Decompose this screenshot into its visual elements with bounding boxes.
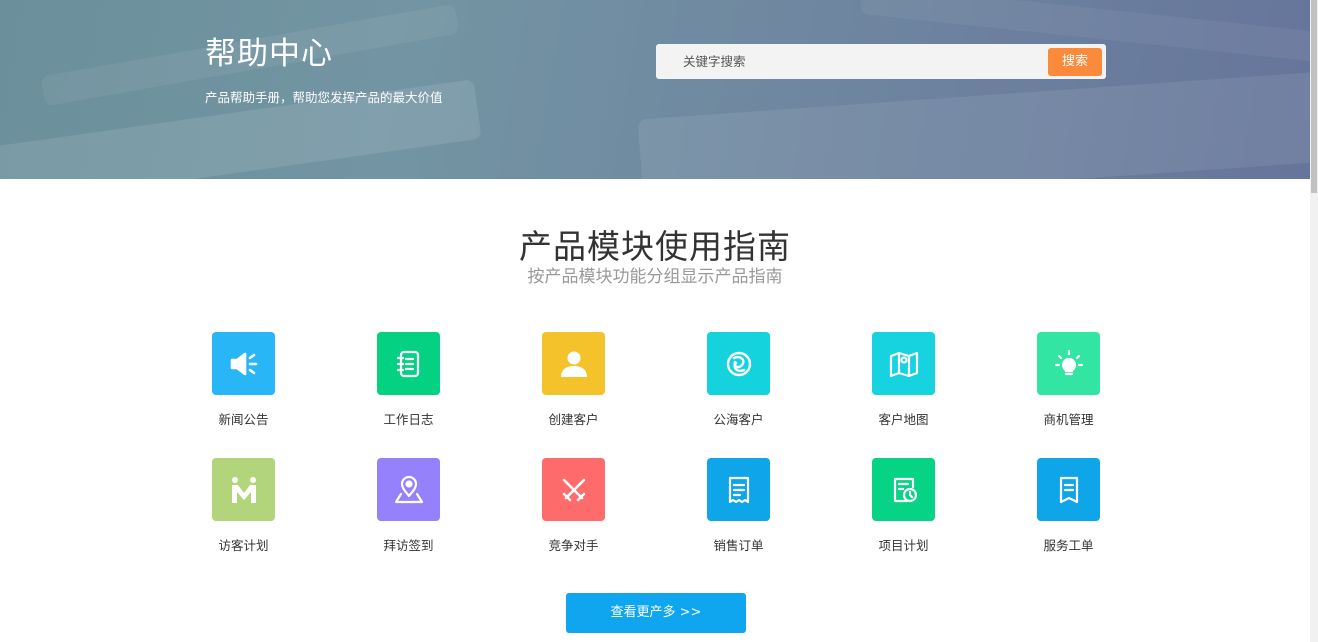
notebook-icon bbox=[377, 332, 440, 395]
module-service-tickets[interactable]: 服务工单 bbox=[1007, 458, 1127, 578]
scrollbar[interactable] bbox=[1310, 0, 1318, 642]
module-label: 公海客户 bbox=[713, 412, 764, 427]
scrollbar-thumb[interactable] bbox=[1311, 0, 1317, 193]
module-work-log[interactable]: 工作日志 bbox=[347, 332, 467, 452]
banner-decoration bbox=[637, 70, 1310, 179]
module-competitors[interactable]: 竞争对手 bbox=[512, 458, 632, 578]
map-icon bbox=[872, 332, 935, 395]
module-label: 创建客户 bbox=[548, 412, 599, 427]
module-label: 销售订单 bbox=[713, 538, 764, 553]
module-label: 访客计划 bbox=[218, 538, 269, 553]
module-label: 竞争对手 bbox=[548, 538, 599, 553]
view-more-button[interactable]: 查看更产多 >> bbox=[566, 593, 746, 633]
lightbulb-icon bbox=[1037, 332, 1100, 395]
module-label: 商机管理 bbox=[1043, 412, 1094, 427]
hero-banner: 帮助中心 产品帮助手册，帮助您发挥产品的最大价值 搜索 bbox=[0, 0, 1310, 179]
module-label: 新闻公告 bbox=[218, 412, 269, 427]
module-public-customers[interactable]: 公海客户 bbox=[677, 332, 797, 452]
module-label: 拜访签到 bbox=[383, 538, 434, 553]
ticket-icon bbox=[1037, 458, 1100, 521]
module-visit-checkin[interactable]: 拜访签到 bbox=[347, 458, 467, 578]
search-bar: 搜索 bbox=[656, 44, 1106, 79]
module-visitor-plan[interactable]: 访客计划 bbox=[182, 458, 302, 578]
module-create-customer[interactable]: 创建客户 bbox=[512, 332, 632, 452]
module-customer-map[interactable]: 客户地图 bbox=[842, 332, 962, 452]
module-label: 工作日志 bbox=[383, 412, 434, 427]
module-news[interactable]: 新闻公告 bbox=[182, 332, 302, 452]
globe-link-icon bbox=[707, 332, 770, 395]
user-icon bbox=[542, 332, 605, 395]
module-label: 客户地图 bbox=[878, 412, 929, 427]
page-subtitle: 产品帮助手册，帮助您发挥产品的最大价值 bbox=[205, 90, 443, 105]
megaphone-icon bbox=[212, 332, 275, 395]
schedule-clock-icon bbox=[872, 458, 935, 521]
section-subtitle: 按产品模块功能分组显示产品指南 bbox=[527, 267, 783, 287]
search-input[interactable] bbox=[656, 44, 1036, 79]
module-opportunity-management[interactable]: 商机管理 bbox=[1007, 332, 1127, 452]
module-project-plan[interactable]: 项目计划 bbox=[842, 458, 962, 578]
receipt-icon bbox=[707, 458, 770, 521]
location-pin-icon bbox=[377, 458, 440, 521]
module-sales-orders[interactable]: 销售订单 bbox=[677, 458, 797, 578]
crossed-swords-icon bbox=[542, 458, 605, 521]
page-title: 帮助中心 bbox=[205, 36, 333, 72]
module-label: 服务工单 bbox=[1043, 538, 1094, 553]
section-title: 产品模块使用指南 bbox=[519, 227, 791, 266]
search-button[interactable]: 搜索 bbox=[1048, 48, 1102, 76]
module-label: 项目计划 bbox=[878, 538, 929, 553]
visitor-icon bbox=[212, 458, 275, 521]
